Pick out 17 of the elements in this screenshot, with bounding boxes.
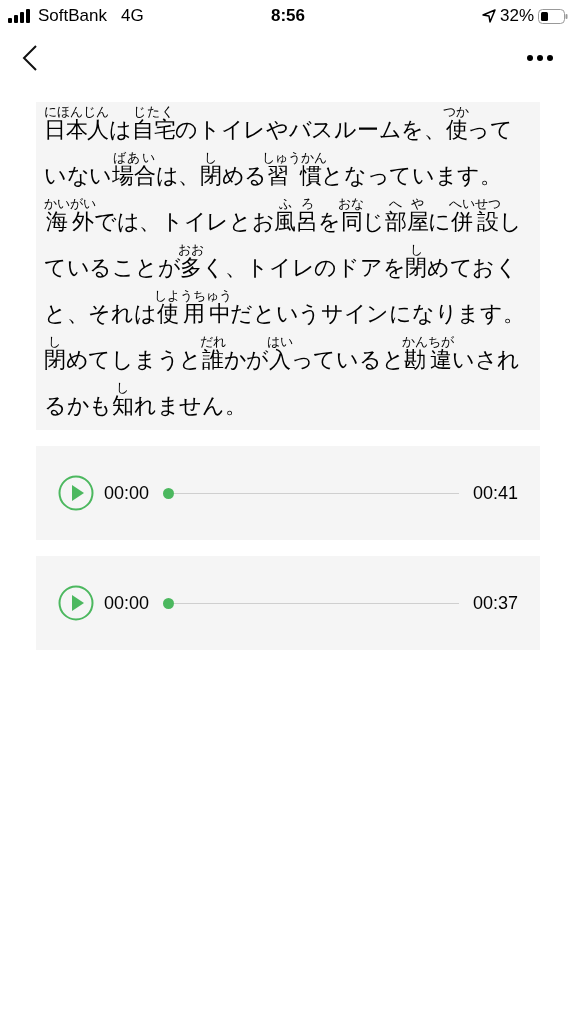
carrier-name: SoftBank — [38, 5, 107, 28]
total-duration: 00:37 — [472, 591, 518, 615]
current-time: 00:00 — [104, 481, 150, 505]
clock: 8:56 — [271, 5, 305, 28]
total-duration: 00:41 — [472, 481, 518, 505]
battery-percent: 32% — [499, 5, 534, 28]
passage-text: 日本人 にほんじん は 自宅 じたく のトイレやバスルームを、使 つか って いない場合 ばあい は、閉 し める 習慣 しゅうかん となっています。 海外 かいがい では、トイレとお風呂 ふろ を 同 おな じ部屋 へや に併設 へいせつ し ていることが多 おお く、トイレのドアを閉 し めておく と、それは使用中 しようちゅう だというサインになります。 閉 し めてしまうと 誰 だれ かが入 はい っていると 勘違 かんちが いされ るかも 知 し れません。 — [44, 106, 526, 420]
network-type: 4G — [121, 5, 144, 28]
back-button[interactable] — [20, 43, 40, 73]
play-button[interactable] — [58, 585, 94, 621]
location-arrow-icon — [481, 9, 496, 23]
current-time: 00:00 — [104, 591, 150, 615]
more-button[interactable] — [524, 52, 556, 64]
progress-thumb[interactable] — [163, 597, 175, 609]
play-button[interactable] — [58, 475, 94, 511]
progress-thumb[interactable] — [163, 487, 175, 499]
battery-icon — [538, 8, 568, 24]
